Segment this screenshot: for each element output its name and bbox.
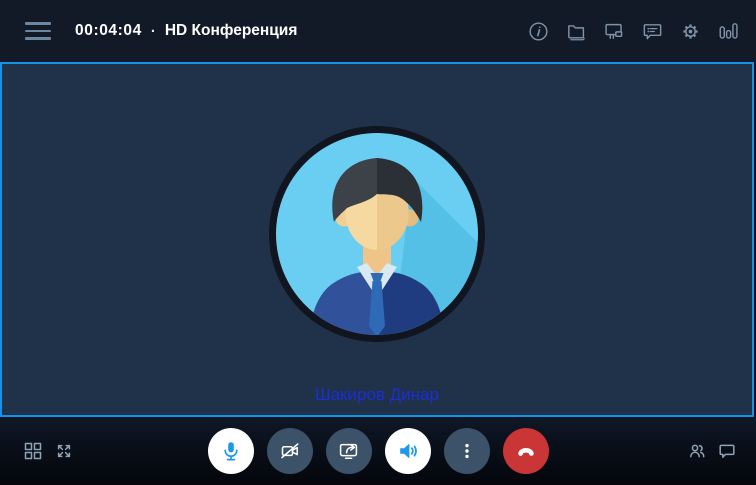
- files-folder-icon[interactable]: [565, 20, 588, 43]
- screen-share-button[interactable]: [325, 428, 372, 474]
- hamburger-menu-icon[interactable]: [25, 22, 51, 40]
- chat-bubble-icon[interactable]: [718, 442, 736, 460]
- participants-icon[interactable]: [688, 442, 706, 460]
- more-options-button[interactable]: [443, 428, 490, 474]
- microphone-button[interactable]: [207, 428, 254, 474]
- fullscreen-expand-icon[interactable]: [55, 442, 73, 460]
- control-bar: [0, 417, 756, 485]
- whiteboard-icon[interactable]: [603, 20, 626, 43]
- separator-dot: ·: [150, 22, 156, 40]
- video-tile[interactable]: Шакиров Динар: [0, 62, 754, 417]
- panel-toggles: [688, 442, 736, 460]
- chat-messages-icon[interactable]: [641, 20, 664, 43]
- top-bar: 00:04:04 · HD Конференция: [0, 0, 756, 62]
- topbar-icon-group: [527, 20, 740, 43]
- conference-title: HD Конференция: [164, 22, 298, 39]
- info-icon[interactable]: [527, 20, 550, 43]
- hangup-button[interactable]: [502, 428, 549, 474]
- speaker-button[interactable]: [384, 428, 431, 474]
- layout-grid-icon[interactable]: [24, 442, 42, 460]
- layout-controls: [24, 442, 73, 460]
- participant-name-label: Шакиров Динар: [315, 385, 439, 404]
- participant-avatar: [264, 121, 490, 347]
- conference-timer: 00:04:04: [75, 22, 142, 39]
- camera-button[interactable]: [266, 428, 313, 474]
- stats-bars-icon[interactable]: [717, 20, 740, 43]
- settings-gear-icon[interactable]: [679, 20, 702, 43]
